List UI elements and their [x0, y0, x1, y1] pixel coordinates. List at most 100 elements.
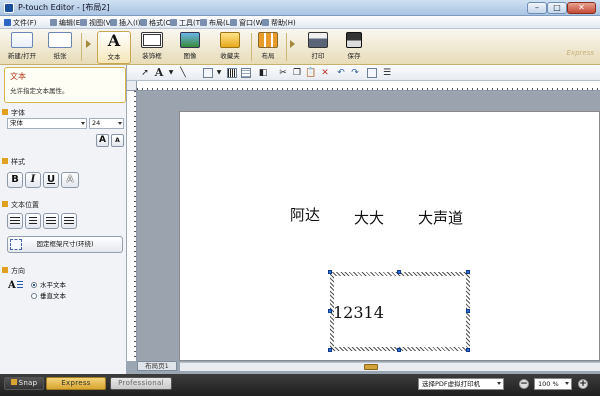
snap-mode-button[interactable]: Snap	[4, 377, 44, 390]
italic-button[interactable]: I	[25, 172, 41, 188]
save-button[interactable]: 保存	[340, 31, 368, 64]
radio-selected-icon	[31, 282, 37, 288]
resize-handle[interactable]	[328, 270, 332, 274]
menu-help[interactable]: 帮助(H)	[262, 18, 296, 28]
undo-icon[interactable]: ↶	[335, 67, 347, 79]
resize-handle[interactable]	[397, 270, 401, 274]
align-right-icon	[46, 217, 56, 225]
resize-handle[interactable]	[328, 348, 332, 352]
help-menu-icon	[262, 19, 269, 26]
outline-effect-button[interactable]: A	[61, 172, 79, 188]
dropdown-arrow-icon[interactable]: ▼	[165, 67, 177, 79]
scroll-thumb[interactable]	[364, 364, 378, 370]
section-label: 字体	[11, 109, 25, 117]
shrink-font-button[interactable]: A	[111, 134, 124, 147]
close-button[interactable]: ✕	[567, 2, 596, 14]
menu-window[interactable]: 窗口(W)	[230, 18, 265, 28]
align-justify-icon	[64, 217, 74, 225]
edition-watermark: Express	[566, 49, 595, 57]
ribbon-separator	[81, 33, 82, 61]
properties-dock-icon[interactable]: ☰	[381, 67, 393, 79]
bold-button[interactable]: B	[7, 172, 23, 188]
chevron-down-icon	[118, 122, 122, 125]
menu-view[interactable]: 视图(V)	[80, 18, 113, 28]
text-object[interactable]: 阿达	[290, 204, 320, 225]
new-open-button[interactable]: 新建/打开	[3, 31, 41, 64]
section-marker-icon	[2, 158, 8, 164]
dropdown-arrow-icon[interactable]: ▼	[213, 67, 225, 79]
professional-mode-tab[interactable]: Professional	[110, 377, 172, 390]
menu-label: 帮助(H)	[271, 19, 296, 27]
menu-format[interactable]: 格式(O)	[140, 18, 174, 28]
fixed-frame-label: 固定框架尺寸(环绕)	[36, 240, 94, 248]
delete-icon[interactable]: ✕	[319, 67, 331, 79]
zoom-out-button[interactable]: −	[519, 379, 529, 389]
chevron-down-icon	[497, 382, 501, 385]
printer-select[interactable]: 选择PDF虚拟打印机	[418, 378, 504, 390]
resize-handle[interactable]	[466, 270, 470, 274]
layout-button[interactable]: 布局	[254, 31, 282, 64]
layout-menu-icon	[200, 19, 207, 26]
clipart-button[interactable]: 收藏夹	[214, 31, 246, 64]
line-tool-icon[interactable]: ╲	[177, 67, 189, 79]
paper-button[interactable]: 纸张	[44, 31, 76, 64]
menu-insert[interactable]: 插入(I)	[110, 18, 141, 28]
selected-text-object[interactable]: 12314	[333, 303, 384, 322]
barcode-icon[interactable]	[227, 68, 237, 78]
resize-handle[interactable]	[466, 348, 470, 352]
align-justify-button[interactable]	[61, 213, 77, 229]
text-object[interactable]: 大声道	[418, 207, 463, 228]
align-right-button[interactable]	[43, 213, 59, 229]
grow-font-button[interactable]: A	[96, 134, 109, 147]
print-button[interactable]: 打印	[304, 31, 332, 64]
text-button[interactable]: A 文本	[97, 31, 131, 64]
zoom-in-button[interactable]: +	[578, 379, 588, 389]
align-left-icon	[10, 217, 20, 225]
copy-icon[interactable]: ❐	[291, 67, 303, 79]
cut-icon[interactable]: ✂	[277, 67, 289, 79]
horizontal-text-radio[interactable]: 水平文本	[31, 279, 66, 289]
font-size-select[interactable]: 24	[89, 118, 124, 129]
zoom-select[interactable]: 100 %	[534, 378, 572, 390]
resize-handle[interactable]	[397, 348, 401, 352]
paper-icon	[48, 32, 72, 48]
align-center-button[interactable]	[25, 213, 41, 229]
ribbon: 新建/打开 纸张 A 文本 装饰框 图像 收藏夹 布局 打印 保存 Expres…	[0, 29, 600, 65]
menu-layout[interactable]: 布局(L)	[200, 18, 232, 28]
select-pointer-icon[interactable]: ➚	[139, 67, 151, 79]
window-menu-icon	[230, 19, 237, 26]
section-marker-icon	[2, 267, 8, 273]
section-marker-icon	[2, 201, 8, 207]
object-properties-icon[interactable]: ◧	[257, 67, 269, 79]
align-left-button[interactable]	[7, 213, 23, 229]
ribbon-separator	[251, 33, 252, 61]
radio-unselected-icon	[31, 293, 37, 299]
menu-tools[interactable]: 工具(T)	[170, 18, 203, 28]
text-object[interactable]: 大大	[354, 207, 384, 228]
page-tab[interactable]: 布局页1	[137, 361, 177, 371]
font-name-select[interactable]: 宋体	[7, 118, 87, 129]
frame-button[interactable]: 装饰框	[136, 31, 168, 64]
redo-icon[interactable]: ↷	[349, 67, 361, 79]
express-mode-tab[interactable]: Express	[46, 377, 106, 390]
insert-text-icon[interactable]: A	[153, 67, 165, 79]
resize-handle[interactable]	[328, 309, 332, 313]
resize-handle[interactable]	[466, 309, 470, 313]
fixed-frame-size-button[interactable]: 固定框架尺寸(环绕)	[7, 236, 123, 253]
underline-button[interactable]: U	[43, 172, 59, 188]
section-label: 文本位置	[11, 201, 39, 209]
paper-label: 纸张	[53, 52, 67, 60]
shape-tool-icon[interactable]	[203, 68, 213, 78]
minimize-button[interactable]: –	[527, 2, 547, 14]
vertical-text-radio[interactable]: 垂直文本	[31, 290, 66, 300]
ribbon-arrow-icon	[86, 40, 91, 48]
image-button[interactable]: 图像	[176, 31, 204, 64]
snap-grid-icon[interactable]	[367, 68, 377, 78]
table-icon[interactable]	[241, 68, 251, 78]
edit-menu-icon	[50, 19, 57, 26]
menu-file[interactable]: 文件(F)	[4, 18, 37, 28]
paste-icon[interactable]: 📋	[305, 67, 317, 79]
horizontal-scrollbar[interactable]	[180, 362, 600, 371]
maximize-button[interactable]: □	[547, 2, 567, 14]
menu-edit[interactable]: 编辑(E)	[50, 18, 83, 28]
